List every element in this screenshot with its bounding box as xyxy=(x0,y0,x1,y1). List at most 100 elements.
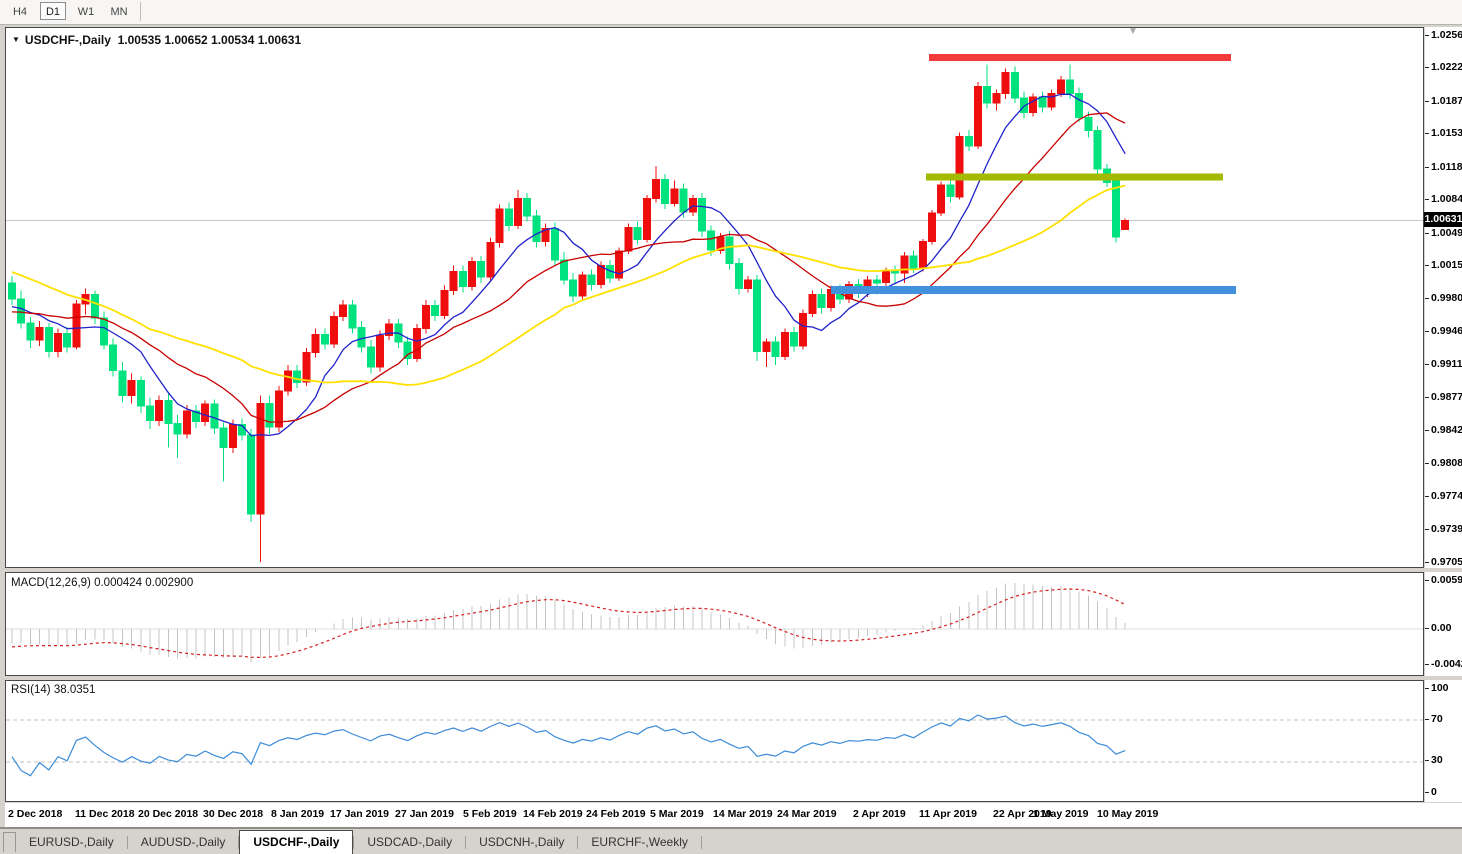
rsi-axis-tick xyxy=(1425,688,1429,689)
date-axis-label: 14 Feb 2019 xyxy=(523,808,583,820)
candle-body xyxy=(1047,92,1056,108)
candle-body xyxy=(127,379,136,397)
candle-body xyxy=(311,333,320,354)
candle-body xyxy=(173,422,182,435)
candle-body xyxy=(955,136,964,198)
price-axis-label: 1.01870 xyxy=(1431,95,1462,107)
candle-body xyxy=(974,86,982,147)
support-line-mid[interactable] xyxy=(926,173,1223,181)
rsi-axis-tick xyxy=(1425,760,1429,761)
candle-body xyxy=(440,289,449,316)
candle-body xyxy=(992,92,1001,104)
timeframe-button-d1[interactable]: D1 xyxy=(40,2,66,20)
date-axis-label: 30 Dec 2018 xyxy=(203,808,264,820)
candle-body xyxy=(146,405,154,422)
macd-panel[interactable] xyxy=(5,572,1424,676)
price-axis-label: 1.00840 xyxy=(1431,193,1462,205)
date-axis-label: 2 Dec 2018 xyxy=(8,808,63,820)
candle-body xyxy=(670,188,679,204)
candle-body xyxy=(8,282,16,300)
price-axis-label: 1.02560 xyxy=(1431,29,1462,41)
candle-body xyxy=(587,274,596,286)
macd-axis[interactable]: 0.00597 0.00 -0.00424 xyxy=(1425,572,1462,676)
candle-body xyxy=(983,86,992,104)
candle-body xyxy=(946,184,955,198)
chart-shift-marker-icon[interactable]: ▼ xyxy=(1128,26,1138,37)
resistance-line[interactable] xyxy=(929,54,1231,62)
rsi-axis-tick xyxy=(1425,719,1429,720)
candle-body xyxy=(118,370,127,397)
candle-body xyxy=(247,434,256,515)
candle-body xyxy=(900,255,909,274)
chart-tab-audusd-daily[interactable]: AUDUSD-,Daily xyxy=(128,832,239,853)
chart-tab-usdchf-daily[interactable]: USDCHF-,Daily xyxy=(239,830,354,854)
candle-body xyxy=(808,293,817,314)
price-axis-label: 0.99110 xyxy=(1431,358,1462,370)
candle-body xyxy=(90,293,99,319)
candle-body xyxy=(928,212,936,243)
timeframe-button-mn[interactable]: MN xyxy=(106,2,132,20)
macd-axis-tick xyxy=(1425,664,1429,665)
price-chart-plot[interactable] xyxy=(6,28,1423,567)
candle-body xyxy=(219,427,228,448)
price-chart-panel[interactable] xyxy=(5,27,1424,568)
support-line-low[interactable] xyxy=(831,286,1236,294)
date-axis[interactable]: 2 Dec 2018 11 Dec 2018 20 Dec 2018 30 Dec 2… xyxy=(5,803,1462,827)
date-axis-label: 24 Mar 2019 xyxy=(777,808,837,820)
candle-body xyxy=(228,423,237,448)
candlestick-series xyxy=(8,64,1130,562)
timeframe-button-w1[interactable]: W1 xyxy=(73,2,99,20)
macd-plot[interactable] xyxy=(6,573,1423,675)
date-axis-label: 5 Feb 2019 xyxy=(463,808,517,820)
candle-body xyxy=(330,315,338,345)
timeframe-button-h4[interactable]: H4 xyxy=(7,2,33,20)
chart-title: ▼ USDCHF-,Daily 1.00535 1.00652 1.00534 1… xyxy=(12,33,301,47)
candle-body xyxy=(164,399,173,424)
chart-tab-eurchf-weekly[interactable]: EURCHF-,Weekly xyxy=(578,832,700,853)
date-axis-label: 10 May 2019 xyxy=(1097,808,1159,820)
candle-body xyxy=(532,215,541,243)
ma-slow-line[interactable] xyxy=(11,184,1126,386)
price-axis-label: 0.98420 xyxy=(1431,424,1462,436)
date-axis-label: 5 Mar 2019 xyxy=(650,808,704,820)
rsi-panel[interactable] xyxy=(5,680,1424,802)
candle-body xyxy=(210,403,219,429)
rsi-plot[interactable] xyxy=(6,681,1423,801)
candle-body xyxy=(725,236,734,265)
candle-body xyxy=(596,265,605,286)
candle-body xyxy=(339,304,348,317)
price-axis-tick xyxy=(1425,298,1429,299)
candle-body xyxy=(265,402,274,428)
price-axis[interactable]: 1.02560 1.02220 1.01870 1.01530 1.01180 1.008… xyxy=(1424,27,1462,568)
price-axis-tick xyxy=(1425,430,1429,431)
date-axis-label: 14 Mar 2019 xyxy=(713,808,773,820)
candle-body xyxy=(642,198,651,241)
price-axis-tick xyxy=(1425,133,1429,134)
price-axis-label: 0.99460 xyxy=(1431,325,1462,337)
candle-body xyxy=(569,279,578,297)
candle-body xyxy=(1001,71,1010,94)
tab-bar-stub xyxy=(3,832,16,852)
price-axis-label: 0.98770 xyxy=(1431,391,1462,403)
candle-body xyxy=(1066,79,1074,94)
candle-body xyxy=(652,179,660,200)
rsi-axis-label: 30 xyxy=(1431,754,1443,766)
rsi-axis-label: 70 xyxy=(1431,713,1443,725)
candle-body xyxy=(468,261,476,288)
candle-body xyxy=(661,179,670,204)
price-axis-tick xyxy=(1425,397,1429,398)
candle-body xyxy=(872,279,881,284)
symbol-dropdown-icon[interactable]: ▼ xyxy=(12,35,20,44)
chart-tab-eurusd-daily[interactable]: EURUSD-,Daily xyxy=(16,832,127,853)
rsi-axis[interactable]: 100 70 30 0 xyxy=(1425,680,1462,802)
candle-body xyxy=(937,184,946,214)
rsi-axis-tick xyxy=(1425,792,1429,793)
candle-body xyxy=(1121,220,1130,231)
chart-tab-usdcad-daily[interactable]: USDCAD-,Daily xyxy=(354,832,465,853)
rsi-axis-label: 0 xyxy=(1431,786,1437,798)
macd-axis-tick xyxy=(1425,628,1429,629)
chart-tab-usdcnh-daily[interactable]: USDCNH-,Daily xyxy=(466,832,577,853)
candle-body xyxy=(514,198,522,226)
candle-body xyxy=(633,226,642,241)
candle-body xyxy=(431,305,440,316)
